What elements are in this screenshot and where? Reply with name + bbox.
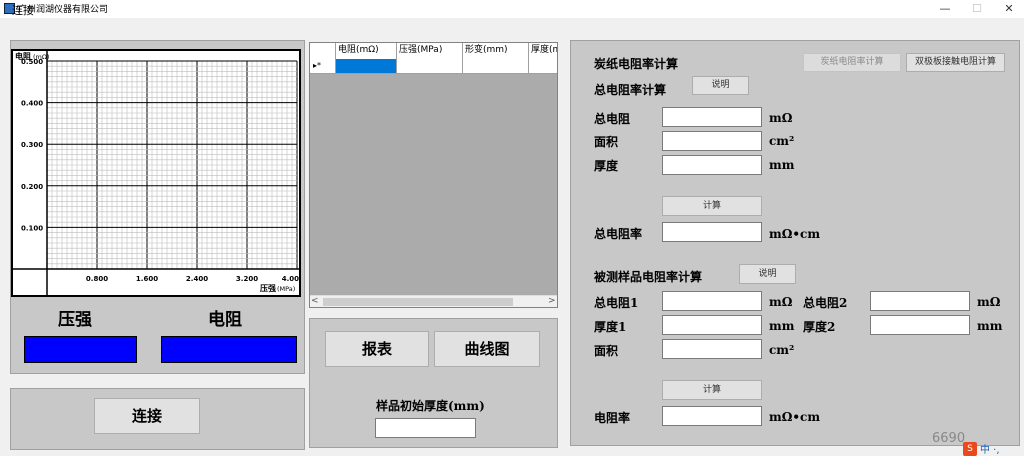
grid-cell[interactable] bbox=[397, 59, 463, 73]
thickness-input[interactable] bbox=[662, 155, 762, 175]
report-button[interactable]: 报表 bbox=[325, 331, 429, 367]
resistance-title: 电阻 bbox=[208, 310, 242, 330]
area-input[interactable] bbox=[662, 131, 762, 151]
y-axis-label: 电阻 bbox=[15, 51, 31, 61]
resistivity-output[interactable] bbox=[662, 406, 762, 426]
connect-button[interactable]: 连接 bbox=[94, 398, 200, 434]
thickness1-label: 厚度1 bbox=[594, 320, 627, 334]
area-unit: cm² bbox=[769, 134, 795, 148]
thickness-unit: mm bbox=[769, 158, 795, 172]
chart-svg: 0.5000.4000.3000.2000.1000.800 1.600 2.400… bbox=[13, 51, 299, 295]
resistance1-unit: mΩ bbox=[769, 295, 793, 309]
thickness2-input[interactable] bbox=[870, 315, 970, 335]
resistivity-label: 电阻率 bbox=[594, 411, 631, 425]
grid-cell-selected[interactable] bbox=[336, 59, 397, 73]
resistance2-input[interactable] bbox=[870, 291, 970, 311]
data-grid[interactable] bbox=[309, 42, 558, 308]
table-row[interactable]: ▸* bbox=[310, 59, 557, 74]
sample-area-unit: cm² bbox=[769, 343, 795, 357]
pressure-title: 压强 bbox=[58, 310, 92, 330]
x-tick-label: 0.800 bbox=[86, 275, 108, 283]
total-resistivity-output[interactable] bbox=[662, 222, 762, 242]
x-tick-label: 4.00 bbox=[282, 275, 299, 283]
column-header-thickness[interactable]: 厚度(m bbox=[529, 43, 557, 59]
sample-help-button[interactable]: 说明 bbox=[739, 264, 796, 284]
area-label: 面积 bbox=[594, 135, 619, 149]
scroll-right-icon[interactable]: > bbox=[548, 296, 556, 307]
total-resistivity-unit: mΩ•cm bbox=[769, 227, 821, 241]
thickness1-input[interactable] bbox=[662, 315, 762, 335]
minimize-button[interactable]: — bbox=[930, 0, 960, 18]
resistance2-unit: mΩ bbox=[977, 295, 1001, 309]
menu-bar bbox=[0, 18, 1024, 36]
menu-connect[interactable]: 连接 bbox=[12, 2, 34, 18]
resistance-display bbox=[161, 336, 297, 363]
column-header-pressure[interactable]: 压强(MPa) bbox=[397, 43, 463, 59]
total-resistance-input[interactable] bbox=[662, 107, 762, 127]
thickness-label: 厚度 bbox=[594, 159, 619, 173]
total-resistivity-label: 总电阻率 bbox=[594, 227, 643, 241]
new-row-marker: ▸* bbox=[310, 59, 336, 73]
ime-logo-icon[interactable]: S bbox=[963, 442, 977, 456]
pressure-resistance-chart: 0.500 0.400 0.300 0.200 0.100 0.800 1.600 2.400… bbox=[11, 49, 301, 297]
bipolar-contact-button[interactable]: 双极板接触电阻计算 bbox=[906, 53, 1005, 72]
total-resistance-label: 总电阻 bbox=[594, 112, 631, 126]
grid-header: 电阻(mΩ) 压强(MPa) 形变(mm) 厚度(m bbox=[310, 43, 557, 59]
y-axis-unit: (mΩ) bbox=[33, 53, 49, 61]
initial-thickness-label: 样品初始厚度(mm) bbox=[376, 399, 485, 413]
sample-section-title: 被测样品电阻率计算 bbox=[594, 270, 703, 284]
y-tick-label: 0.200 bbox=[21, 183, 43, 191]
maximize-button[interactable]: ☐ bbox=[962, 0, 992, 18]
title-bar bbox=[0, 0, 1024, 18]
grid-corner bbox=[310, 43, 336, 59]
resistance1-label: 总电阻1 bbox=[594, 296, 639, 310]
y-tick-label: 0.400 bbox=[21, 100, 43, 108]
pressure-display bbox=[24, 336, 137, 363]
total-resistance-unit: mΩ bbox=[769, 111, 793, 125]
sample-area-input[interactable] bbox=[662, 339, 762, 359]
column-header-deformation[interactable]: 形变(mm) bbox=[463, 43, 529, 59]
carbon-resistivity-button[interactable]: 炭纸电阻率计算 bbox=[803, 53, 901, 72]
sample-area-label: 面积 bbox=[594, 344, 619, 358]
grid-cell[interactable] bbox=[529, 59, 557, 73]
y-tick-label: 0.100 bbox=[21, 224, 43, 232]
grid-cell[interactable] bbox=[463, 59, 529, 73]
ime-mode-indicator[interactable]: 中 ·, bbox=[980, 441, 1000, 456]
x-axis-unit: (MPa) bbox=[277, 285, 295, 293]
initial-thickness-input[interactable] bbox=[375, 418, 476, 438]
watermark: 6690 bbox=[932, 431, 966, 446]
thickness2-unit: mm bbox=[977, 319, 1003, 333]
scroll-left-icon[interactable]: < bbox=[311, 296, 319, 307]
resistance2-label: 总电阻2 bbox=[803, 296, 848, 310]
thickness1-unit: mm bbox=[769, 319, 795, 333]
column-header-resistance[interactable]: 电阻(mΩ) bbox=[336, 43, 397, 59]
resistance1-input[interactable] bbox=[662, 291, 762, 311]
calculator-title: 炭纸电阻率计算 bbox=[594, 57, 679, 71]
total-section-title: 总电阻率计算 bbox=[594, 83, 667, 97]
horizontal-scrollbar[interactable]: < > bbox=[310, 295, 557, 307]
scroll-thumb[interactable] bbox=[323, 298, 513, 306]
x-tick-label: 1.600 bbox=[136, 275, 158, 283]
calculate-sample-button[interactable]: 计算 bbox=[662, 380, 762, 400]
x-tick-label: 3.200 bbox=[236, 275, 258, 283]
calculator-panel bbox=[570, 40, 1020, 446]
close-button[interactable]: ✕ bbox=[994, 0, 1024, 18]
calculate-total-button[interactable]: 计算 bbox=[662, 196, 762, 216]
total-help-button[interactable]: 说明 bbox=[692, 76, 749, 95]
y-tick-label: 0.300 bbox=[21, 141, 43, 149]
resistivity-unit: mΩ•cm bbox=[769, 410, 821, 424]
curve-button[interactable]: 曲线图 bbox=[434, 331, 540, 367]
x-axis-label: 压强 bbox=[260, 284, 276, 293]
thickness2-label: 厚度2 bbox=[803, 320, 836, 334]
x-tick-label: 2.400 bbox=[186, 275, 208, 283]
